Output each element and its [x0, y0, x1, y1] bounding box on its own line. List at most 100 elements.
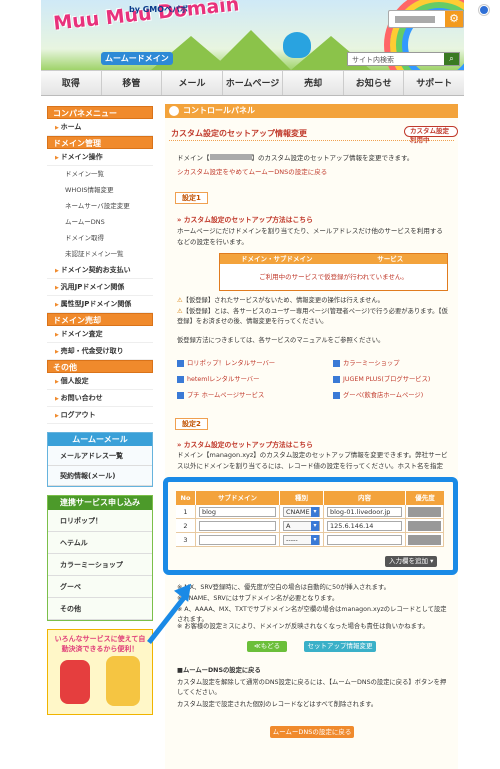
banner-text: いろんなサービスに使えて自動決済できるから便利！ [54, 635, 146, 653]
service-link[interactable]: グーペ(飲食店ホームページ) [333, 390, 423, 399]
nav-homepage[interactable]: ホームページ [223, 71, 284, 95]
column-header: 優先度 [406, 491, 444, 505]
gmo-logo: by GMOペパボ [129, 5, 189, 14]
priority-input [408, 535, 441, 545]
sidebar-item[interactable]: 汎用JPドメイン関係 [47, 279, 153, 296]
update-setup-button[interactable]: セットアップ情報変更 [304, 641, 376, 652]
back-button[interactable]: ≪もどる [247, 641, 287, 652]
sidebar-item[interactable]: お問い合わせ [47, 390, 153, 407]
content-input[interactable] [327, 535, 402, 545]
sidebar-subitem[interactable]: ムームーDNS [47, 214, 153, 230]
divider [169, 140, 454, 141]
sidebar-heading: ドメイン売却 [47, 313, 153, 326]
mail-item[interactable]: メールアドレス一覧 [48, 446, 152, 466]
nav-transfer[interactable]: 移管 [102, 71, 163, 95]
row-number: 3 [176, 533, 196, 547]
linked-service-item[interactable]: ヘテムル [48, 532, 152, 554]
search-input[interactable]: サイト内検索 [352, 55, 394, 65]
mascot-yellow-image [106, 656, 140, 706]
nav-mail[interactable]: メール [162, 71, 223, 95]
service-link[interactable]: プチ ホームページサービス [177, 390, 264, 399]
note: ※ MX、SRV登録時に、優先度が空白の場合は自動的に50が挿入されます。 [177, 584, 390, 591]
nav-news[interactable]: お知らせ [344, 71, 405, 95]
panel-title-icon [169, 106, 179, 116]
site-search[interactable]: サイト内検索 ⌕ [347, 52, 460, 66]
table-row: 2 A 125.6.146.14 [176, 519, 444, 533]
sidebar-item-domain-ops[interactable]: ドメイン操作 [47, 149, 153, 166]
content-input[interactable]: 125.6.146.14 [327, 521, 402, 531]
setup-help-link-1[interactable]: » カスタム設定のセットアップ方法はこちら [177, 214, 313, 224]
service-link[interactable]: カラーミーショップ [333, 358, 400, 367]
row-number: 2 [176, 519, 196, 533]
record-type-select[interactable]: CNAME [283, 507, 320, 517]
reset-note: カスタム設定で設定された個別のレコードなどはすべて削除されます。 [177, 701, 378, 708]
search-icon[interactable]: ⌕ [444, 53, 459, 65]
user-account-box[interactable]: ⚙ [388, 10, 464, 28]
sidebar-item[interactable]: 売却・代金受け取り [47, 343, 153, 360]
reset-description: カスタム設定を解除して通常のDNS設定に戻るには、【ムームーDNSの設定に戻る】… [177, 679, 447, 696]
sidebar-item[interactable]: ドメイン契約お支払い [47, 262, 153, 279]
linked-service-item[interactable]: グーペ [48, 576, 152, 598]
subdomain-input[interactable] [199, 521, 276, 531]
domain-blurred [209, 154, 252, 160]
setup-help-link-2[interactable]: » カスタム設定のセットアップ方法はこちら [177, 439, 313, 449]
sidebar-subitem[interactable]: ドメイン取得 [47, 230, 153, 246]
warning-text: ⚠【仮登録】とは、各サービスのユーザー専用ページ(管理者ページ)で行う必要があり… [177, 308, 448, 325]
sidebar-item[interactable]: 個人設定 [47, 373, 153, 390]
sidebar-item[interactable]: 属性型JPドメイン関係 [47, 296, 153, 313]
setting1-description: ホームページにだけドメインを割り当てたり、メールアドレスだけ他のサービスを利用す… [177, 227, 443, 246]
row-number: 1 [176, 505, 196, 519]
column-header: サービス [377, 255, 404, 263]
nav-sale[interactable]: 売却 [283, 71, 344, 95]
promo-banner[interactable]: いろんなサービスに使えて自動決済できるから便利！ [47, 629, 153, 715]
username-blurred [395, 16, 435, 23]
record-type-select[interactable]: ----- [283, 535, 320, 545]
linked-service-item[interactable]: カラーミーショップ [48, 554, 152, 576]
service-link[interactable]: hetemlレンタルサーバー [177, 374, 259, 383]
linked-service-item[interactable]: その他 [48, 598, 152, 620]
sidebar-subitem[interactable]: ネームサーバ設定変更 [47, 198, 153, 214]
mascot-red-image [60, 660, 90, 704]
sidebar-item[interactable]: ドメイン査定 [47, 326, 153, 343]
column-header: 種別 [280, 491, 324, 505]
subdomain-input[interactable] [199, 535, 276, 545]
linked-services-panel: 連携サービス申し込み ロリポップ！ ヘテムル カラーミーショップ グーペ その他 [47, 495, 153, 621]
sidebar-item-home[interactable]: ホーム [47, 119, 153, 136]
dns-record-table: No サブドメイン 種別 内容 優先度 1 blog CNAME blog-01… [176, 491, 444, 547]
sidebar-subitem[interactable]: 未認証ドメイン一覧 [47, 246, 153, 262]
panel-title: コントロールパネル [165, 104, 458, 118]
column-header: 内容 [324, 491, 406, 505]
revert-dns-button[interactable]: ムームーDNSの設定に戻る [270, 726, 354, 738]
linked-service-item[interactable]: ロリポップ！ [48, 510, 152, 532]
add-row-button[interactable]: 入力欄を追加 ▾ [385, 556, 438, 567]
section-label-2: 設定2 [175, 418, 208, 430]
setting2-description: ドメイン【managon.xyz】のカスタム設定のセットアップ情報を変更できます… [177, 451, 448, 470]
mail-item[interactable]: 契約情報(メール) [48, 466, 152, 486]
table-row: 1 blog CNAME blog-01.livedoor.jp [176, 505, 444, 519]
sidebar-item-logout[interactable]: ログアウト [47, 407, 153, 424]
nav-support[interactable]: サポート [404, 71, 464, 95]
manual-note: 仮登録方法につきましては、各サービスのマニュアルをご参照ください。 [177, 337, 385, 344]
content-input[interactable]: blog-01.livedoor.jp [327, 507, 402, 517]
table-row: 3 ----- [176, 533, 444, 547]
service-table: ドメイン・サブドメイン サービス ご利用中のサービスで仮登録が行われていません。 [219, 253, 448, 291]
subdomain-input[interactable]: blog [199, 507, 276, 517]
sidebar-subitem[interactable]: ドメイン一覧 [47, 166, 153, 182]
column-header: No [176, 491, 196, 505]
reset-heading: ■ムームーDNSの設定に戻る [177, 667, 261, 674]
nav-acquire[interactable]: 取得 [41, 71, 102, 95]
page-subtitle: カスタム設定のセットアップ情報変更 [171, 129, 307, 138]
section-label-1: 設定1 [175, 192, 208, 204]
sidebar-subitem[interactable]: WHOIS情報変更 [47, 182, 153, 198]
priority-input [408, 507, 441, 517]
sidebar-heading: その他 [47, 360, 153, 373]
intro-text: ドメイン【 】のカスタム設定のセットアップ情報を変更できます。 [177, 154, 414, 162]
service-link[interactable]: ロリポップ！レンタルサーバー [177, 358, 275, 367]
warning-text: ⚠【仮登録】されたサービスがないため、情報変更の操作は行えません。 [177, 297, 384, 304]
note: ※ CNAME、SRVにはサブドメイン名が必要となります。 [177, 595, 339, 602]
revert-link[interactable]: シカスタム設定をやめてムームーDNSの設定に戻る [177, 167, 449, 178]
record-type-select[interactable]: A [283, 521, 320, 531]
gear-icon[interactable]: ⚙ [445, 11, 463, 27]
column-header: ドメイン・サブドメイン [241, 255, 313, 263]
service-link[interactable]: JUGEM PLUS(ブログサービス) [333, 374, 430, 383]
